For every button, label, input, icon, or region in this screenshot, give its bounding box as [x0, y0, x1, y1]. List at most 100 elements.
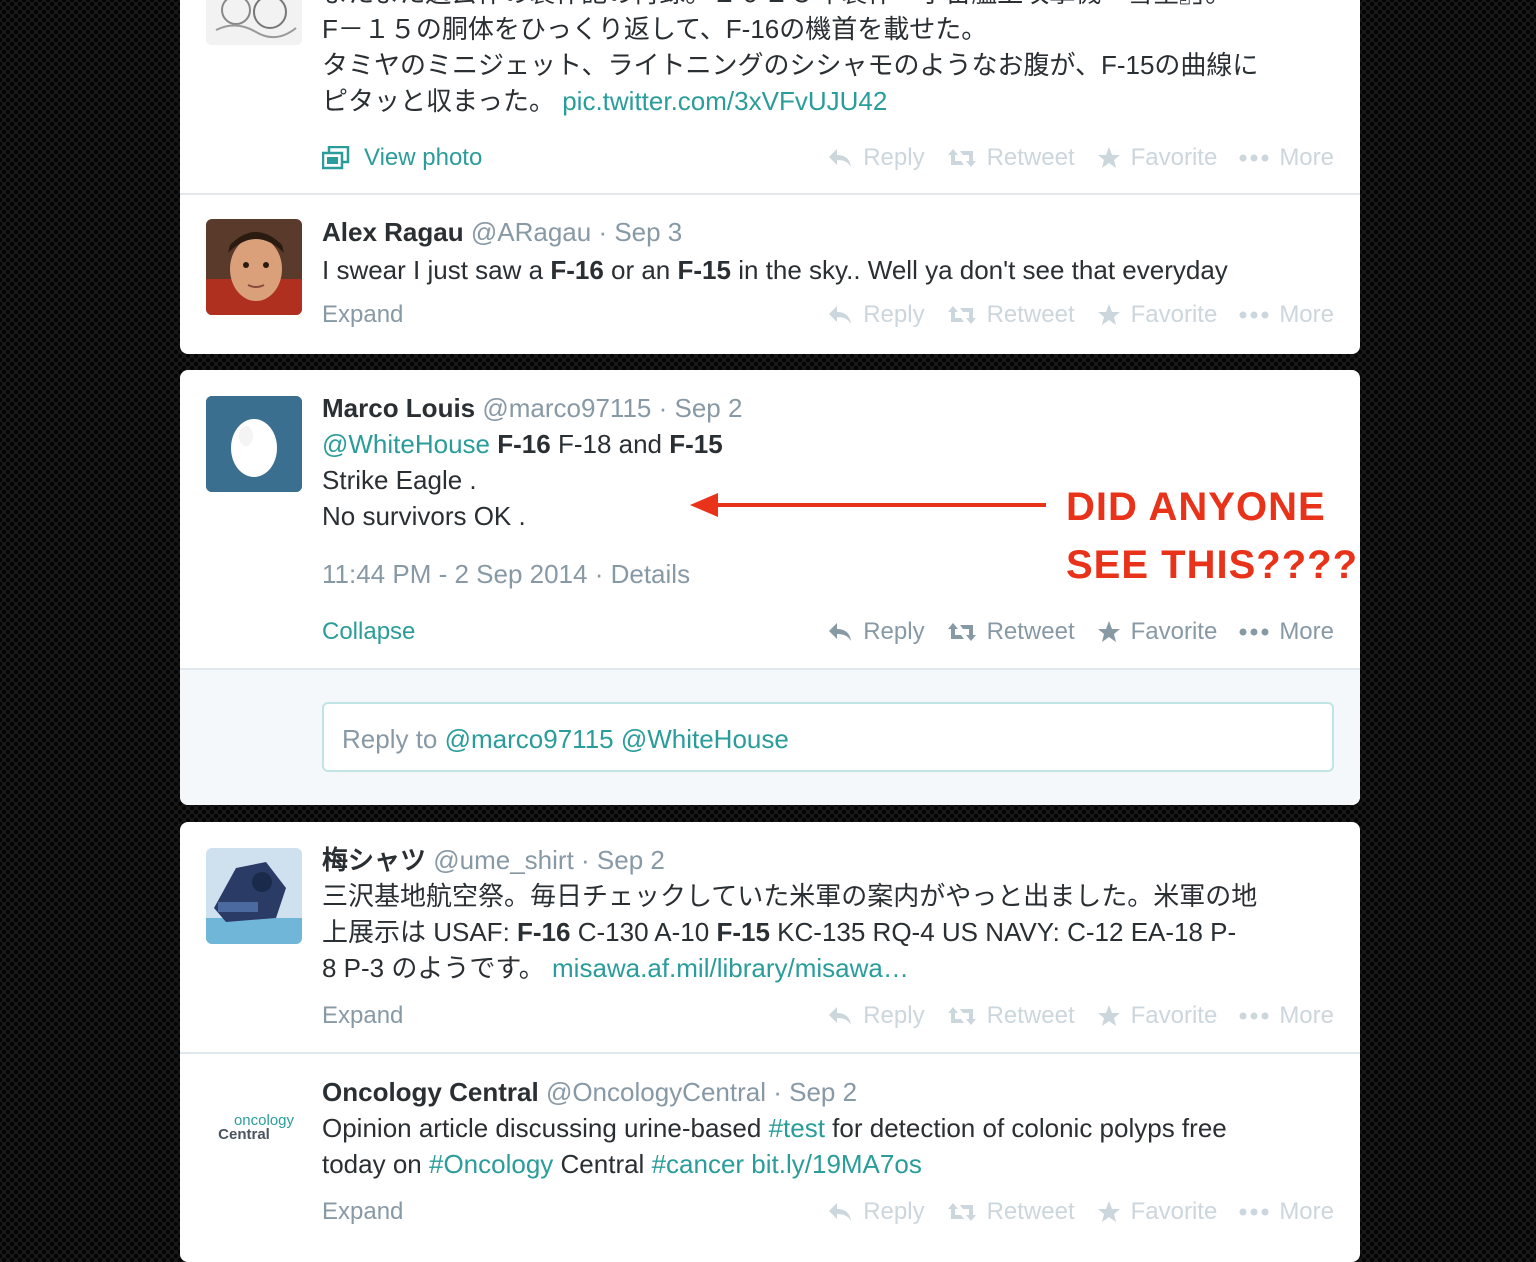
reply-button[interactable]: Reply	[827, 299, 925, 331]
tweet-card-1: またまた過去作の製作記の再録。２０１３年製作「宇宙艦上攻撃機『雪星』」。 F－１…	[180, 0, 1360, 354]
favorite-button[interactable]: Favorite	[1097, 142, 1217, 174]
details-link[interactable]: · Details	[595, 559, 690, 589]
more-button[interactable]: More	[1239, 142, 1334, 174]
tweet-footer: Expand Reply Retweet Favorite More	[322, 1000, 1334, 1032]
tweet-date[interactable]: · Sep 2	[581, 845, 665, 875]
hashtag-link[interactable]: #test	[769, 1113, 825, 1143]
star-icon	[1097, 621, 1120, 642]
mention-link[interactable]: @WhiteHouse	[322, 429, 490, 459]
oncology-logo: oncology Central	[218, 1112, 295, 1143]
avatar[interactable]	[206, 219, 302, 315]
reply-input[interactable]: Reply to @marco97115 @WhiteHouse	[322, 702, 1334, 772]
user-handle[interactable]: @marco97115	[482, 393, 651, 423]
annotation-arrow	[690, 493, 1046, 517]
tweet-footer: Collapse Reply Retweet Favorite More	[322, 616, 1334, 648]
retweet-icon	[947, 306, 976, 324]
tweet-header: Alex Ragau @ARagau · Sep 3	[322, 216, 1334, 248]
more-icon	[1239, 154, 1269, 162]
user-handle[interactable]: @OncologyCentral	[546, 1077, 766, 1107]
url-link[interactable]: misawa.af.mil/library/misawa…	[552, 953, 909, 983]
favorite-button[interactable]: Favorite	[1097, 299, 1217, 331]
annotation-text: DID ANYONE SEE THIS????	[1066, 478, 1358, 594]
more-button[interactable]: More	[1239, 1196, 1334, 1228]
tweet-actions: Reply Retweet Favorite More	[827, 142, 1334, 174]
more-button[interactable]: More	[1239, 299, 1334, 331]
tweet-text: I swear I just saw a F-16 or an F-15 in …	[322, 255, 1228, 285]
user-name[interactable]: Marco Louis	[322, 393, 475, 423]
tweet-text-line: Opinion article discussing urine-based #…	[322, 1113, 1227, 1143]
more-icon	[1239, 1012, 1269, 1020]
favorite-button[interactable]: Favorite	[1097, 1196, 1217, 1228]
hashtag-link[interactable]: #cancer	[652, 1149, 745, 1179]
url-link[interactable]: bit.ly/19MA7os	[751, 1149, 922, 1179]
retweet-icon	[947, 623, 976, 641]
avatar[interactable]	[206, 0, 302, 45]
reply-icon	[829, 1203, 852, 1221]
reply-button[interactable]: Reply	[827, 142, 925, 174]
tweet-text-line: またまた過去作の製作記の再録。２０１３年製作「宇宙艦上攻撃機『雪星』」。	[322, 0, 1334, 11]
expand-link[interactable]: Expand	[322, 1002, 403, 1029]
tweet-header: Oncology Central @OncologyCentral · Sep …	[322, 1076, 1334, 1108]
avatar[interactable]	[206, 396, 302, 492]
retweet-button[interactable]: Retweet	[947, 1196, 1075, 1228]
reply-icon	[829, 306, 852, 324]
avatar[interactable]: oncology Central	[206, 1080, 302, 1176]
tweet-text-line: 三沢基地航空祭。毎日チェックしていた米軍の案内がやっと出ました。米軍の地	[322, 881, 1258, 911]
tweet-text: Opinion article discussing urine-based #…	[322, 1110, 1334, 1182]
avatar[interactable]	[206, 848, 302, 944]
user-name[interactable]: Alex Ragau	[322, 217, 464, 247]
star-icon	[1097, 1201, 1120, 1222]
star-icon	[1097, 1005, 1120, 1026]
tweet-text-line: ピタッと収まった。 pic.twitter.com/3xVFvUJU42	[322, 86, 888, 116]
tweet-item[interactable]: 梅シャツ @ume_shirt · Sep 2 三沢基地航空祭。毎日チェックして…	[180, 822, 1360, 1052]
star-icon	[1097, 147, 1120, 168]
tweet-date[interactable]: · Sep 2	[659, 393, 743, 423]
hashtag-link[interactable]: #Oncology	[429, 1149, 553, 1179]
retweet-button[interactable]: Retweet	[947, 1000, 1075, 1032]
reply-button[interactable]: Reply	[827, 1196, 925, 1228]
reply-button[interactable]: Reply	[827, 616, 925, 648]
tweet-footer: Expand Reply Retweet Favorite More	[322, 1196, 1334, 1228]
tweet-actions: Reply Retweet Favorite More	[827, 1000, 1334, 1032]
retweet-button[interactable]: Retweet	[947, 299, 1075, 331]
reply-button[interactable]: Reply	[827, 1000, 925, 1032]
view-photo-button[interactable]: View photo	[322, 142, 482, 174]
tweet-text-line: 8 P-3 のようです。 misawa.af.mil/library/misaw…	[322, 953, 909, 983]
reply-icon	[829, 149, 852, 167]
expand-link[interactable]: Expand	[322, 301, 403, 328]
annotation-line: SEE THIS????	[1066, 543, 1358, 587]
tweet-actions: Reply Retweet Favorite More	[827, 299, 1334, 331]
tweet-item[interactable]: oncology Central Oncology Central @Oncol…	[180, 1052, 1360, 1254]
tweet-date[interactable]: · Sep 2	[773, 1077, 857, 1107]
more-icon	[1239, 311, 1269, 319]
user-handle[interactable]: @ARagau	[471, 217, 591, 247]
photo-link[interactable]: pic.twitter.com/3xVFvUJU42	[562, 86, 887, 116]
tweet-item[interactable]: またまた過去作の製作記の再録。２０１３年製作「宇宙艦上攻撃機『雪星』」。 F－１…	[180, 0, 1360, 193]
tweet-item[interactable]: Alex Ragau @ARagau · Sep 3 I swear I jus…	[180, 193, 1360, 354]
tweet-footer: View photo Reply Retweet Favorite More	[322, 142, 1334, 174]
tweet-text-line: today on #Oncology Central #cancer bit.l…	[322, 1149, 922, 1179]
retweet-button[interactable]: Retweet	[947, 142, 1075, 174]
tweet-text-line: 上展示は USAF: F-16 C-130 A-10 F-15 KC-135 R…	[322, 917, 1237, 947]
user-name[interactable]: 梅シャツ	[322, 845, 426, 875]
more-button[interactable]: More	[1239, 616, 1334, 648]
user-handle[interactable]: @ume_shirt	[433, 845, 574, 875]
tweet-footer: Expand Reply Retweet Favorite More	[322, 299, 1334, 331]
tweet-text-line: @WhiteHouse F-16 F-18 and F-15	[322, 429, 723, 459]
collapse-link[interactable]: Collapse	[322, 618, 415, 645]
tweet-actions: Reply Retweet Favorite More	[827, 1196, 1334, 1228]
favorite-button[interactable]: Favorite	[1097, 1000, 1217, 1032]
tweet-timestamp: 11:44 PM - 2 Sep 2014	[322, 559, 588, 589]
expand-link[interactable]: Expand	[322, 1198, 403, 1225]
star-icon	[1097, 304, 1120, 325]
reply-icon	[829, 623, 852, 641]
user-name[interactable]: Oncology Central	[322, 1077, 539, 1107]
tweet-text-line: タミヤのミニジェット、ライトニングのシシャモのようなお腹が、F-15の曲線に	[322, 50, 1259, 80]
favorite-button[interactable]: Favorite	[1097, 616, 1217, 648]
tweet-text: 三沢基地航空祭。毎日チェックしていた米軍の案内がやっと出ました。米軍の地 上展示…	[322, 878, 1334, 986]
retweet-button[interactable]: Retweet	[947, 616, 1075, 648]
more-button[interactable]: More	[1239, 1000, 1334, 1032]
tweet-actions: Reply Retweet Favorite More	[827, 616, 1334, 648]
tweet-date[interactable]: · Sep 3	[598, 217, 682, 247]
reply-icon	[829, 1007, 852, 1025]
